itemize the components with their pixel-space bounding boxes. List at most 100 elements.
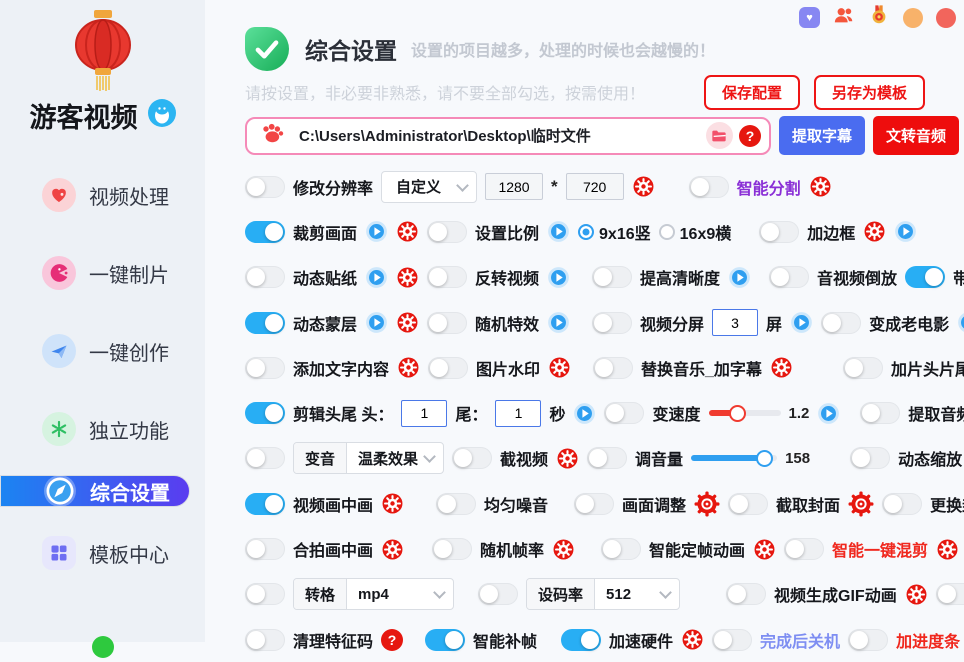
penguin-avatar-icon[interactable] bbox=[148, 99, 176, 132]
gear-icon[interactable] bbox=[905, 583, 928, 606]
toggle-switch[interactable] bbox=[843, 357, 883, 379]
dropdown[interactable]: 转格mp4 bbox=[293, 578, 454, 610]
save-as-template-button[interactable]: 另存为模板 bbox=[814, 75, 925, 110]
path-help-icon[interactable]: ? bbox=[739, 125, 761, 147]
toggle-switch[interactable] bbox=[245, 357, 285, 379]
gear-icon[interactable] bbox=[397, 356, 420, 379]
sidebar-item-0[interactable]: 视频处理 bbox=[0, 163, 190, 227]
sidebar-item-2[interactable]: 一键创作 bbox=[0, 319, 190, 383]
toggle-switch[interactable] bbox=[593, 357, 633, 379]
play-icon[interactable] bbox=[728, 266, 751, 289]
sidebar-item-5[interactable]: 模板中心 bbox=[0, 521, 190, 585]
toggle-switch[interactable] bbox=[425, 629, 465, 651]
toggle-switch[interactable] bbox=[436, 493, 476, 515]
output-path-value[interactable]: C:\Users\Administrator\Desktop\临时文件 bbox=[299, 125, 706, 146]
sidebar-item-1[interactable]: 一键制片 bbox=[0, 241, 190, 305]
sidebar-item-4[interactable]: 综合设置 bbox=[0, 475, 190, 507]
toggle-switch[interactable] bbox=[427, 221, 467, 243]
gear-icon[interactable] bbox=[381, 492, 404, 515]
save-config-button[interactable]: 保存配置 bbox=[704, 75, 800, 110]
dropdown[interactable]: 设码率512 bbox=[526, 578, 680, 610]
toggle-switch[interactable] bbox=[936, 583, 964, 605]
toggle-switch[interactable] bbox=[427, 312, 467, 334]
toggle-switch[interactable] bbox=[769, 266, 809, 288]
toggle-switch[interactable] bbox=[561, 629, 601, 651]
toggle-switch[interactable] bbox=[245, 447, 285, 469]
sidebar-item-3[interactable]: 独立功能 bbox=[0, 397, 190, 461]
text-to-audio-button[interactable]: 文转音频 bbox=[873, 116, 959, 155]
toggle-switch[interactable] bbox=[245, 221, 285, 243]
gear-icon[interactable] bbox=[681, 628, 704, 651]
toggle-switch[interactable] bbox=[574, 493, 614, 515]
play-icon[interactable] bbox=[894, 220, 917, 243]
slider[interactable] bbox=[691, 455, 777, 461]
toggle-switch[interactable] bbox=[728, 493, 768, 515]
toggle-switch[interactable] bbox=[759, 221, 799, 243]
toggle-switch[interactable] bbox=[850, 447, 890, 469]
toggle-switch[interactable] bbox=[848, 629, 888, 651]
toggle-switch[interactable] bbox=[432, 538, 472, 560]
play-icon[interactable] bbox=[547, 266, 570, 289]
toggle-switch[interactable] bbox=[860, 402, 900, 424]
dropdown[interactable]: 自定义 bbox=[381, 171, 477, 203]
gear-icon[interactable] bbox=[770, 356, 793, 379]
number-input[interactable] bbox=[401, 400, 447, 427]
toggle-switch[interactable] bbox=[245, 312, 285, 334]
gear-icon[interactable] bbox=[556, 447, 579, 470]
gear-icon[interactable] bbox=[396, 266, 419, 289]
play-icon[interactable] bbox=[790, 311, 813, 334]
help-icon[interactable]: ? bbox=[381, 629, 403, 651]
toggle-switch[interactable] bbox=[587, 447, 627, 469]
users-icon[interactable] bbox=[833, 4, 855, 31]
toggle-switch[interactable] bbox=[821, 312, 861, 334]
medal-icon[interactable] bbox=[868, 4, 890, 31]
gear-icon[interactable] bbox=[552, 538, 575, 561]
play-icon[interactable] bbox=[817, 402, 840, 425]
toggle-switch[interactable] bbox=[245, 629, 285, 651]
open-folder-icon[interactable] bbox=[706, 122, 733, 149]
play-icon[interactable] bbox=[957, 311, 964, 334]
number-input[interactable] bbox=[485, 173, 543, 200]
close-button[interactable] bbox=[936, 8, 956, 28]
play-icon[interactable] bbox=[365, 311, 388, 334]
toggle-switch[interactable] bbox=[245, 538, 285, 560]
play-icon[interactable] bbox=[365, 266, 388, 289]
minimize-button[interactable] bbox=[903, 8, 923, 28]
gear-icon[interactable] bbox=[863, 220, 886, 243]
gear-icon[interactable] bbox=[753, 538, 776, 561]
toggle-switch[interactable] bbox=[604, 402, 644, 424]
toggle-switch[interactable] bbox=[689, 176, 729, 198]
gear-icon[interactable] bbox=[936, 538, 959, 561]
toggle-switch[interactable] bbox=[478, 583, 518, 605]
gear-icon[interactable] bbox=[396, 311, 419, 334]
toggle-switch[interactable] bbox=[601, 538, 641, 560]
output-path-box[interactable]: C:\Users\Administrator\Desktop\临时文件 ? bbox=[245, 117, 771, 155]
toggle-switch[interactable] bbox=[245, 266, 285, 288]
toggle-switch[interactable] bbox=[427, 266, 467, 288]
contact-book-icon[interactable]: ♥ bbox=[799, 7, 820, 28]
extract-subtitles-button[interactable]: 提取字幕 bbox=[779, 116, 865, 155]
number-input[interactable] bbox=[712, 309, 758, 336]
play-icon[interactable] bbox=[547, 220, 570, 243]
gear-icon[interactable] bbox=[548, 356, 571, 379]
radio-option[interactable]: 9x16竖 bbox=[578, 220, 651, 244]
toggle-switch[interactable] bbox=[712, 629, 752, 651]
number-input[interactable] bbox=[566, 173, 624, 200]
dropdown[interactable]: 变音温柔效果 bbox=[293, 442, 444, 474]
gear-icon[interactable] bbox=[381, 538, 404, 561]
toggle-switch[interactable] bbox=[784, 538, 824, 560]
gear-icon[interactable] bbox=[809, 175, 832, 198]
toggle-switch[interactable] bbox=[882, 493, 922, 515]
toggle-switch[interactable] bbox=[245, 493, 285, 515]
toggle-switch[interactable] bbox=[245, 402, 285, 424]
toggle-switch[interactable] bbox=[245, 583, 285, 605]
play-icon[interactable] bbox=[365, 220, 388, 243]
gear-icon[interactable] bbox=[848, 491, 874, 517]
toggle-switch[interactable] bbox=[592, 266, 632, 288]
number-input[interactable] bbox=[495, 400, 541, 427]
gear-icon[interactable] bbox=[694, 491, 720, 517]
toggle-switch[interactable] bbox=[245, 176, 285, 198]
toggle-switch[interactable] bbox=[592, 312, 632, 334]
play-icon[interactable] bbox=[573, 402, 596, 425]
toggle-switch[interactable] bbox=[452, 447, 492, 469]
